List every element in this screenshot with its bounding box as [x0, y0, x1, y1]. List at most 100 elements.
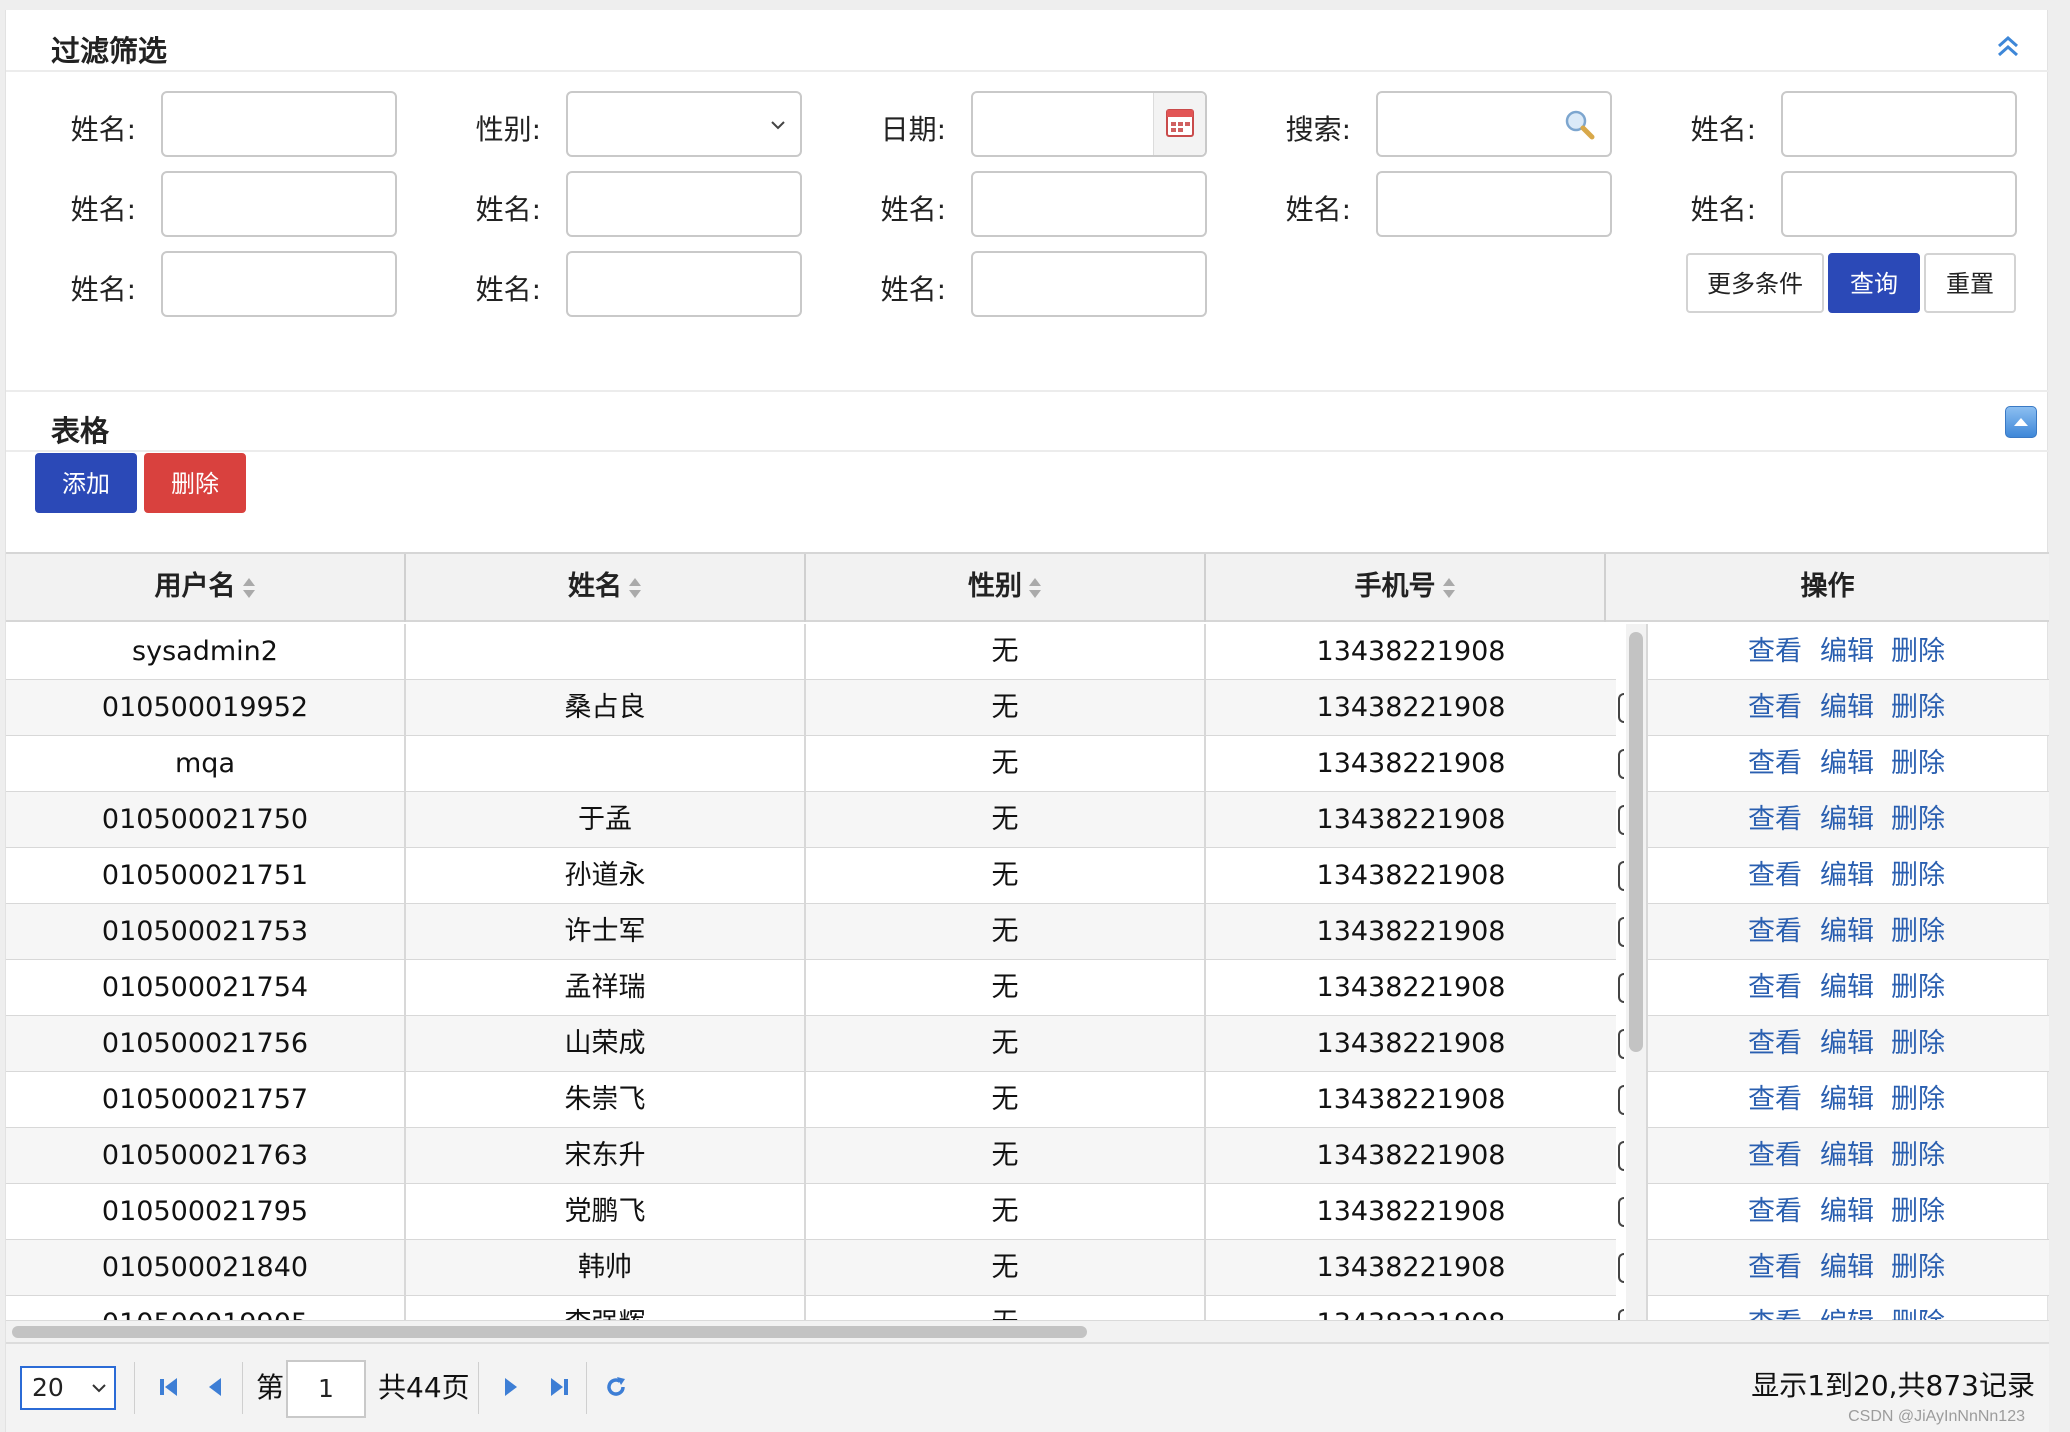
scroll-thumb[interactable]: [12, 1326, 1087, 1338]
table-row[interactable]: 010500021795 党鹏飞无 13438221908: [6, 1184, 1616, 1240]
column-header-name[interactable]: 姓名: [406, 554, 806, 622]
collapse-table-icon[interactable]: [2005, 406, 2037, 438]
delete-link[interactable]: 删除: [1891, 1072, 1945, 1128]
edit-link[interactable]: 编辑: [1820, 1016, 1874, 1072]
edit-link[interactable]: 编辑: [1820, 1184, 1874, 1240]
edit-link[interactable]: 编辑: [1820, 1072, 1874, 1128]
gender-select[interactable]: [566, 91, 802, 157]
edit-link[interactable]: 编辑: [1820, 1296, 1874, 1320]
first-page-icon[interactable]: [156, 1374, 182, 1400]
delete-link[interactable]: 删除: [1891, 1016, 1945, 1072]
name-input[interactable]: [971, 251, 1207, 317]
edit-link[interactable]: 编辑: [1820, 680, 1874, 736]
reset-button[interactable]: 重置: [1924, 253, 2016, 313]
table-row[interactable]: 010500021756 山荣成无 13438221908: [6, 1016, 1616, 1072]
name-input[interactable]: [566, 251, 802, 317]
name-input[interactable]: [161, 251, 397, 317]
refresh-icon[interactable]: [603, 1374, 629, 1400]
table-row[interactable]: 010500019905李强辉无13438221908: [6, 1296, 1616, 1320]
row-actions: 查看编辑删除: [1646, 1240, 2049, 1296]
table-row[interactable]: 010500021753 许士军无 13438221908: [6, 904, 1616, 960]
gender-label: 性别:: [475, 113, 541, 146]
delete-link[interactable]: 删除: [1891, 904, 1945, 960]
name-input[interactable]: [566, 171, 802, 237]
view-link[interactable]: 查看: [1748, 792, 1802, 848]
page-prefix: 第: [256, 1371, 285, 1404]
delete-link[interactable]: 删除: [1891, 680, 1945, 736]
more-conditions-button[interactable]: 更多条件: [1686, 253, 1824, 313]
column-header-gender[interactable]: 性别: [806, 554, 1206, 622]
scroll-thumb[interactable]: [1629, 632, 1643, 1052]
row-actions: 查看编辑删除: [1646, 1128, 2049, 1184]
name-input[interactable]: [161, 171, 397, 237]
view-link[interactable]: 查看: [1748, 1296, 1802, 1320]
view-link[interactable]: 查看: [1748, 848, 1802, 904]
edit-link[interactable]: 编辑: [1820, 848, 1874, 904]
name-label: 姓名:: [1690, 113, 1756, 146]
table-row[interactable]: 010500021751 孙道永无 13438221908: [6, 848, 1616, 904]
delete-link[interactable]: 删除: [1891, 792, 1945, 848]
table-row[interactable]: 010500021750 于孟无 13438221908: [6, 792, 1616, 848]
view-link[interactable]: 查看: [1748, 1016, 1802, 1072]
name-input[interactable]: [971, 171, 1207, 237]
delete-link[interactable]: 删除: [1891, 1240, 1945, 1296]
view-link[interactable]: 查看: [1748, 1128, 1802, 1184]
table-row[interactable]: 010500021757 朱崇飞无 13438221908: [6, 1072, 1616, 1128]
vertical-scrollbar[interactable]: [1626, 624, 1646, 1320]
view-link[interactable]: 查看: [1748, 1240, 1802, 1296]
view-link[interactable]: 查看: [1748, 960, 1802, 1016]
chevron-down-icon: [92, 1384, 106, 1393]
edit-link[interactable]: 编辑: [1820, 736, 1874, 792]
table-row[interactable]: 010500021840 韩帅无 13438221908: [6, 1240, 1616, 1296]
cell-name: 李强辉: [406, 1296, 806, 1320]
column-header-phone[interactable]: 手机号: [1206, 554, 1606, 622]
name-input[interactable]: [1376, 171, 1612, 237]
prev-page-icon[interactable]: [202, 1374, 228, 1400]
delete-link[interactable]: 删除: [1891, 848, 1945, 904]
table-row[interactable]: sysadmin2 无 13438221908: [6, 624, 1616, 680]
delete-link[interactable]: 删除: [1891, 1296, 1945, 1320]
collapse-filter-icon[interactable]: [1989, 28, 2027, 66]
table-row[interactable]: 010500021763 宋东升无 13438221908: [6, 1128, 1616, 1184]
date-picker-button[interactable]: [1153, 93, 1205, 155]
date-input[interactable]: [971, 91, 1207, 157]
view-link[interactable]: 查看: [1748, 624, 1802, 680]
cell-phone: 13438221908: [1316, 1028, 1506, 1059]
page-number-input[interactable]: 1: [286, 1360, 366, 1418]
table-row[interactable]: 010500019952 桑占良无 13438221908: [6, 680, 1616, 736]
edit-link[interactable]: 编辑: [1820, 792, 1874, 848]
cell-name: 党鹏飞: [406, 1184, 806, 1240]
cell-name: 孙道永: [406, 848, 806, 904]
view-link[interactable]: 查看: [1748, 1072, 1802, 1128]
delete-link[interactable]: 删除: [1891, 960, 1945, 1016]
query-button[interactable]: 查询: [1828, 253, 1920, 313]
table-row[interactable]: mqa 无 13438221908: [6, 736, 1616, 792]
view-link[interactable]: 查看: [1748, 736, 1802, 792]
table-row[interactable]: 010500021754 孟祥瑞无 13438221908: [6, 960, 1616, 1016]
edit-link[interactable]: 编辑: [1820, 904, 1874, 960]
delete-link[interactable]: 删除: [1891, 736, 1945, 792]
view-link[interactable]: 查看: [1748, 904, 1802, 960]
next-page-icon[interactable]: [498, 1374, 524, 1400]
view-link[interactable]: 查看: [1748, 680, 1802, 736]
horizontal-scrollbar[interactable]: [6, 1320, 2049, 1342]
column-header-username[interactable]: 用户名: [6, 554, 406, 622]
search-input[interactable]: [1376, 91, 1612, 157]
delete-link[interactable]: 删除: [1891, 1128, 1945, 1184]
name-input[interactable]: [161, 91, 397, 157]
delete-link[interactable]: 删除: [1891, 1184, 1945, 1240]
delete-button[interactable]: 删除: [144, 453, 246, 513]
edit-link[interactable]: 编辑: [1820, 624, 1874, 680]
name-input[interactable]: [1781, 171, 2017, 237]
last-page-icon[interactable]: [546, 1374, 572, 1400]
add-button[interactable]: 添加: [35, 453, 137, 513]
page-size-select[interactable]: 20: [20, 1366, 116, 1410]
edit-link[interactable]: 编辑: [1820, 960, 1874, 1016]
name-input[interactable]: [1781, 91, 2017, 157]
cell-gender: 无: [806, 1128, 1206, 1184]
view-link[interactable]: 查看: [1748, 1184, 1802, 1240]
delete-link[interactable]: 删除: [1891, 624, 1945, 680]
cell-gender: 无: [806, 792, 1206, 848]
edit-link[interactable]: 编辑: [1820, 1128, 1874, 1184]
edit-link[interactable]: 编辑: [1820, 1240, 1874, 1296]
